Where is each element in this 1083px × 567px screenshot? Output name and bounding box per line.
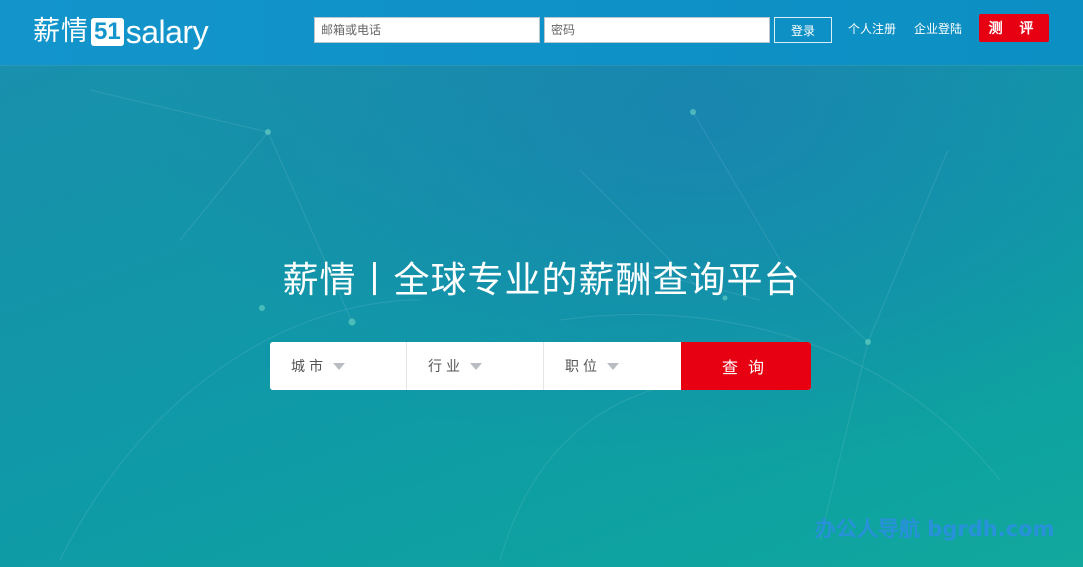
logo-english-text: salary [125, 14, 209, 50]
chevron-down-icon [470, 362, 482, 370]
chevron-down-icon [607, 362, 619, 370]
position-dropdown-label: 职位 [565, 359, 601, 375]
email-phone-input[interactable] [314, 17, 540, 43]
site-logo[interactable]: 薪情 51 salary [33, 11, 209, 53]
enterprise-login-link[interactable]: 企业登陆 [914, 21, 962, 37]
personal-register-link[interactable]: 个人注册 [848, 21, 896, 37]
page: 薪情 51 salary 登录 个人注册 企业登陆 测 评 薪情丨全球专业的薪酬… [0, 0, 1083, 567]
password-input[interactable] [544, 17, 770, 43]
hero-title: 薪情丨全球专业的薪酬查询平台 [282, 260, 801, 301]
top-header: 薪情 51 salary 登录 个人注册 企业登陆 测 评 [0, 0, 1083, 65]
position-dropdown[interactable]: 职位 [544, 342, 681, 390]
logo-chinese-text: 薪情 [33, 16, 89, 47]
evaluate-button[interactable]: 测 评 [979, 14, 1049, 42]
salary-search-bar: 城市 行业 职位 查询 [270, 342, 811, 390]
logo-badge: 51 [91, 18, 124, 46]
industry-dropdown-label: 行业 [428, 359, 464, 375]
chevron-down-icon [333, 362, 345, 370]
city-dropdown[interactable]: 城市 [270, 342, 407, 390]
industry-dropdown[interactable]: 行业 [407, 342, 544, 390]
login-button[interactable]: 登录 [774, 17, 832, 43]
watermark-text: 办公人导航 bgrdh.com [815, 517, 1055, 541]
city-dropdown-label: 城市 [291, 359, 327, 375]
query-button[interactable]: 查询 [681, 342, 811, 390]
